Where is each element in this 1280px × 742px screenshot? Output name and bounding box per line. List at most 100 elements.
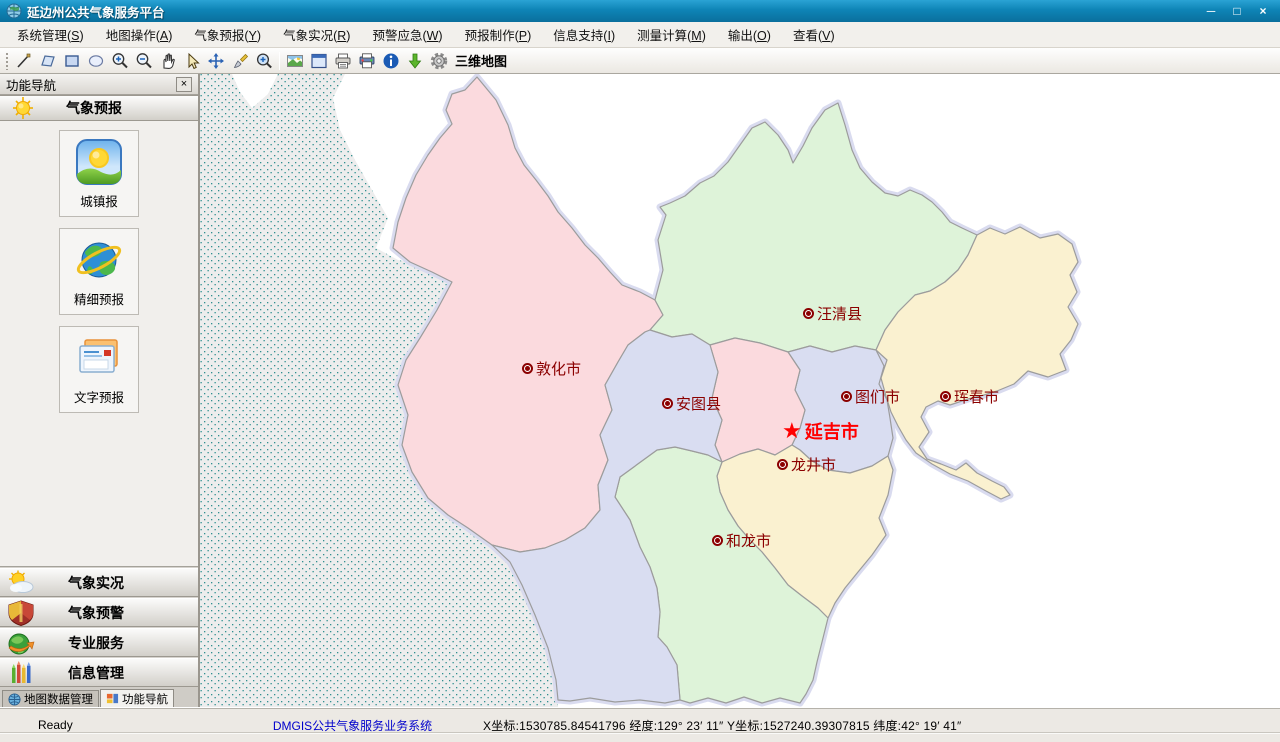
nav-squares-icon [106,692,119,705]
sun-icon [8,96,38,120]
sidebar-title: 功能导航 [6,75,176,94]
status-ready: Ready [0,715,230,735]
menu-item[interactable]: 查看(V) [782,21,846,48]
city-label: 敦化市 [536,358,581,379]
pencils-icon [6,660,36,686]
section-professional-service[interactable]: 专业服务 [0,628,198,657]
section-label: 信息管理 [68,663,124,683]
city-dot-icon [841,391,852,402]
city-dot-icon [777,459,788,470]
move-icon[interactable] [204,50,228,72]
city-dot-icon [712,535,723,546]
city-marker: 安图县 [662,393,721,414]
section-weather-forecast[interactable]: 气象预报 [0,95,198,121]
tile-label: 文字预报 [74,387,124,406]
menu-item[interactable]: 地图操作(A) [95,21,184,48]
town-forecast-icon [75,138,123,186]
print-color-icon[interactable] [355,50,379,72]
city-label: 延吉市 [805,418,859,444]
city-marker: 图们市 [841,386,900,407]
city-marker-capital: ★延吉市 [782,418,859,444]
town-forecast-button[interactable]: 城镇报 [59,130,139,217]
globe-icon [8,693,21,706]
app-globe-icon [6,3,22,19]
section-weather-live[interactable]: 气象实况 [0,568,198,597]
download-arrow-icon[interactable] [403,50,427,72]
menu-item[interactable]: 预报制作(P) [454,21,543,48]
menu-item[interactable]: 输出(O) [717,21,782,48]
city-label: 汪清县 [817,303,862,324]
map-canvas[interactable]: 敦化市 汪清县安图县 图们市 珲春市 ★延吉市龙井市和龙市 [200,74,1280,707]
print-icon[interactable] [331,50,355,72]
section-label: 气象预警 [68,603,124,623]
window-icon[interactable] [307,50,331,72]
export-image-icon[interactable] [283,50,307,72]
city-marker: 珲春市 [940,386,999,407]
city-marker: 龙井市 [777,454,836,475]
menu-item[interactable]: 气象预报(Y) [183,21,272,48]
city-label: 珲春市 [954,386,999,407]
city-marker: 敦化市 [522,358,581,379]
gear-icon[interactable] [427,50,451,72]
polygon-tool-icon[interactable] [36,50,60,72]
text-forecast-button[interactable]: 文字预报 [59,326,139,413]
city-label: 图们市 [855,386,900,407]
toolbar-grip[interactable] [5,52,9,70]
menu-bar: 系统管理(S)地图操作(A)气象预报(Y)气象实况(R)预警应急(W)预报制作(… [0,22,1280,48]
sidebar-header: 功能导航 × [0,74,198,95]
status-coordinates: X坐标:1530785.84541796 经度:129° 23′ 11″ Y坐标… [475,715,1280,735]
capital-star-icon: ★ [782,424,802,438]
sun-cloud-icon [6,570,36,596]
tab-map-data-management[interactable]: 地图数据管理 [2,690,99,707]
menu-item[interactable]: 预警应急(W) [361,21,453,48]
window-title: 延边州公共气象服务平台 [27,2,1198,21]
line-tool-icon[interactable] [12,50,36,72]
city-marker: 和龙市 [712,530,771,551]
zoom-extent-icon[interactable] [252,50,276,72]
city-label: 龙井市 [791,454,836,475]
globe-arrow-icon [6,630,36,656]
maximize-button[interactable]: □ [1224,2,1250,20]
city-dot-icon [940,391,951,402]
section-information-management[interactable]: 信息管理 [0,658,198,687]
zoom-out-icon[interactable] [132,50,156,72]
sidebar-close-icon[interactable]: × [176,77,192,92]
pan-hand-icon[interactable] [156,50,180,72]
status-bar: Ready DMGIS公共气象服务业务系统 X坐标:1530785.845417… [0,707,1280,742]
city-label: 和龙市 [726,530,771,551]
text-document-icon [75,334,123,382]
city-dot-icon [662,398,673,409]
fine-forecast-button[interactable]: 精细预报 [59,228,139,315]
close-button[interactable]: × [1250,2,1276,20]
yanbian-basemap [200,74,1280,707]
zoom-in-icon[interactable] [108,50,132,72]
forecast-button-panel: 城镇报 精细预报 [0,121,198,567]
menu-item[interactable]: 系统管理(S) [6,21,95,48]
tab-label: 地图数据管理 [24,691,93,707]
ellipse-tool-icon[interactable] [84,50,108,72]
section-label: 气象预报 [66,98,122,118]
sidebar-tab-bar: 地图数据管理 功能导航 [0,687,198,707]
menu-item[interactable]: 气象实况(R) [272,21,361,48]
menu-item[interactable]: 测量计算(M) [626,21,717,48]
tile-label: 城镇报 [80,191,118,210]
toolbar-3d-map-label[interactable]: 三维地图 [455,51,507,70]
info-icon[interactable] [379,50,403,72]
section-label: 专业服务 [68,633,124,653]
city-label: 安图县 [676,393,721,414]
section-label: 气象实况 [68,573,124,593]
city-dot-icon [522,363,533,374]
tab-function-nav[interactable]: 功能导航 [100,689,174,707]
minimize-button[interactable]: ─ [1198,2,1224,20]
tool-bar: 三维地图 [0,48,1280,74]
menu-item[interactable]: 信息支持(I) [542,21,626,48]
city-marker: 汪清县 [803,303,862,324]
status-system-name: DMGIS公共气象服务业务系统 [230,715,475,735]
city-dot-icon [803,308,814,319]
section-weather-warning[interactable]: 气象预警 [0,598,198,627]
rectangle-tool-icon[interactable] [60,50,84,72]
sidebar-function-nav: 功能导航 × 气象预报 [0,74,200,707]
brush-icon[interactable] [228,50,252,72]
select-arrow-icon[interactable] [180,50,204,72]
title-bar: 延边州公共气象服务平台 ─ □ × [0,0,1280,22]
